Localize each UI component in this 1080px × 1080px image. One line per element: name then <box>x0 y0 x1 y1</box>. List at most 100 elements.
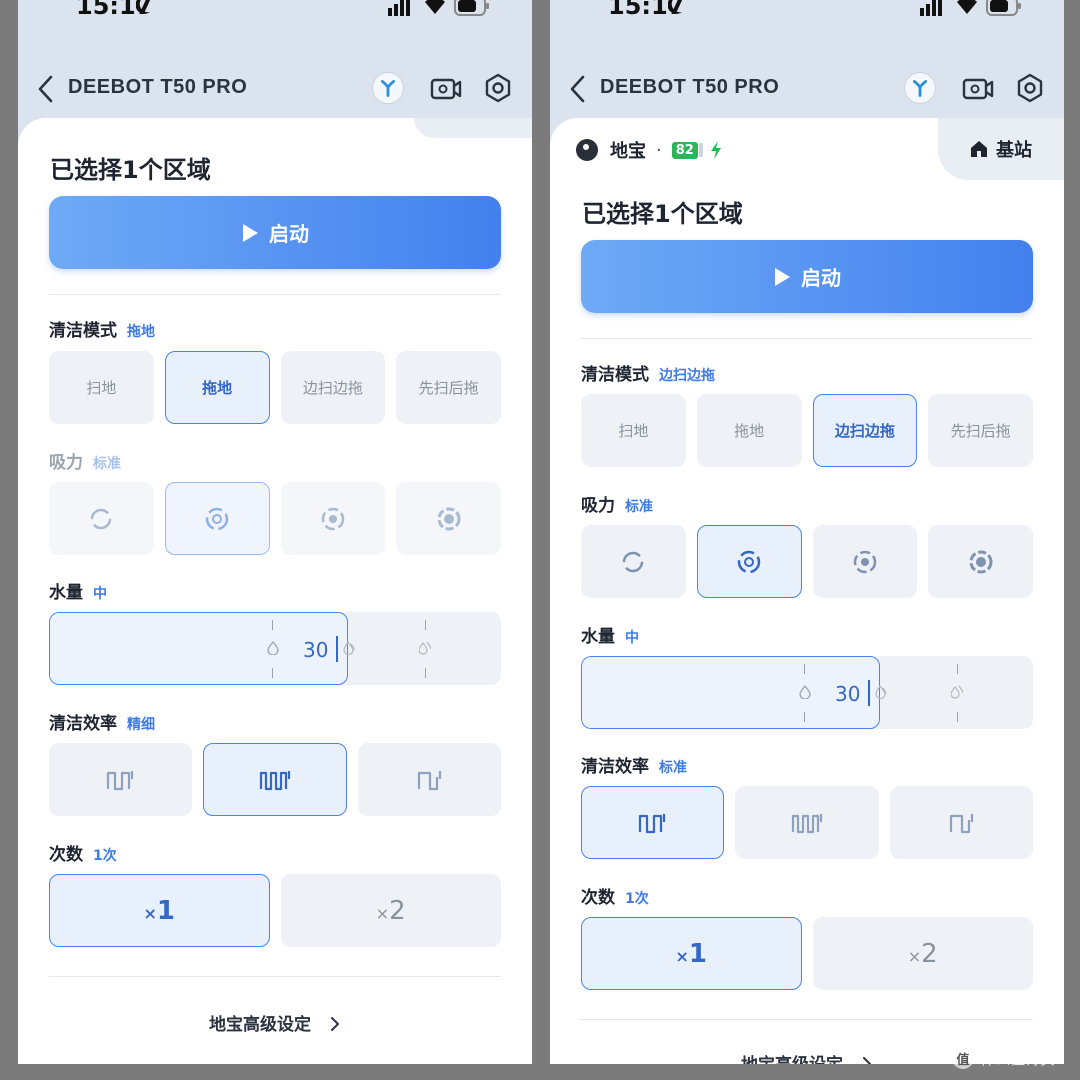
efficiency-label: 清洁效率 标准 <box>581 752 687 777</box>
water-slider[interactable]: 30 <box>581 656 1033 729</box>
slider-thumb[interactable] <box>868 680 870 706</box>
times-twice-button[interactable]: ×2 <box>280 874 501 947</box>
water-label: 水量中 <box>49 578 107 603</box>
fan-quiet-icon <box>623 551 644 572</box>
suction-options <box>49 482 501 555</box>
times-value: 1次 <box>625 891 649 907</box>
back-arrow-icon[interactable] <box>566 74 590 104</box>
battery-icon <box>454 0 489 16</box>
suction-strong-button[interactable] <box>812 525 918 598</box>
efficiency-label: 清洁效率 精细 <box>49 709 155 734</box>
clean-mode-title: 清洁模式 <box>581 365 649 385</box>
times-twice-button[interactable]: ×2 <box>812 917 1033 990</box>
wave-quick-icon <box>950 813 974 833</box>
suction-max-button[interactable] <box>928 525 1033 598</box>
advanced-settings-link[interactable]: 地宝高级设定 <box>18 1010 532 1035</box>
water-drop-icon <box>799 685 811 699</box>
efficiency-standard-button[interactable] <box>581 786 725 859</box>
water-drop-icon <box>267 641 279 655</box>
water-drops-icon <box>419 641 431 655</box>
efficiency-quick-button[interactable] <box>357 743 501 816</box>
fan-max-icon <box>969 550 993 573</box>
times-once-button[interactable]: ×1 <box>581 917 802 990</box>
status-bar: 15:17 <box>18 0 532 40</box>
efficiency-fine-button[interactable] <box>203 743 347 816</box>
suction-standard-button[interactable] <box>164 482 270 555</box>
slider-thumb[interactable] <box>336 636 338 662</box>
water-drop-icon <box>875 685 887 699</box>
efficiency-options <box>581 786 1033 859</box>
efficiency-value: 精细 <box>127 717 155 733</box>
slider-tick <box>957 664 958 674</box>
mode-sweep-button[interactable]: 扫地 <box>581 394 686 467</box>
suction-title: 吸力 <box>49 453 83 473</box>
selected-area-title: 已选择1个区域 <box>50 156 211 184</box>
robot-tab[interactable]: 地宝 · 82 <box>576 136 723 164</box>
times-once-button[interactable]: ×1 <box>49 874 270 947</box>
moon-icon <box>668 0 682 14</box>
suction-value: 标准 <box>625 499 653 515</box>
phone-screen-left: 15:17 DEEBOT T50 PRO 已选择1个区域 启动 清洁模式 拖地 扫… <box>18 0 532 1064</box>
start-button[interactable]: 启动 <box>581 240 1033 313</box>
fan-max-icon <box>437 507 461 530</box>
fan-standard-icon <box>205 507 229 530</box>
suction-quiet-button[interactable] <box>581 525 686 598</box>
times-once-label: ×1 <box>675 938 708 969</box>
suction-label: 吸力 标准 <box>49 448 121 473</box>
times-options: ×1 ×2 <box>581 917 1033 990</box>
wave-standard-icon <box>638 813 665 833</box>
mode-sweep-and-mop-button[interactable]: 边扫边拖 <box>280 351 386 424</box>
signal-icon <box>920 0 942 16</box>
wave-quick-icon <box>418 770 442 790</box>
clean-mode-label: 清洁模式 边扫边拖 <box>581 360 715 385</box>
base-station-tab[interactable]: 基站 <box>938 118 1064 180</box>
times-value: 1次 <box>93 848 117 864</box>
advanced-settings-label: 地宝高级设定 <box>209 1015 312 1035</box>
efficiency-quick-button[interactable] <box>889 786 1033 859</box>
wifi-icon <box>957 0 977 14</box>
slider-tick <box>425 668 426 678</box>
fan-strong-icon <box>321 507 345 530</box>
battery-tail <box>698 143 703 157</box>
start-button[interactable]: 启动 <box>49 196 501 269</box>
water-drops-icon <box>951 685 963 699</box>
mode-sweep-and-mop-button[interactable]: 边扫边拖 <box>812 394 918 467</box>
suction-standard-button[interactable] <box>696 525 802 598</box>
settings-gear-icon[interactable] <box>482 72 514 104</box>
mode-sweep-button[interactable]: 扫地 <box>49 351 154 424</box>
times-label: 次数 1次 <box>49 840 117 865</box>
mode-sweep-then-mop-button[interactable]: 先扫后拖 <box>928 394 1033 467</box>
play-icon <box>243 223 258 242</box>
mode-mop-button[interactable]: 拖地 <box>164 351 270 424</box>
chevron-right-icon <box>862 1057 871 1064</box>
times-options: ×1 ×2 <box>49 874 501 947</box>
advanced-settings-label: 地宝高级设定 <box>741 1055 843 1064</box>
watermark-logo: 值 <box>952 1047 974 1069</box>
water-value: 中 <box>625 630 639 646</box>
water-slider-value: 30 <box>303 638 329 662</box>
video-camera-icon[interactable] <box>962 74 994 104</box>
efficiency-standard-button[interactable] <box>49 743 193 816</box>
charging-bolt-icon <box>710 141 721 159</box>
watermark: 值 什么值得买 <box>952 1044 1055 1072</box>
water-title: 水量 <box>581 627 615 647</box>
mode-mop-button[interactable]: 拖地 <box>696 394 802 467</box>
efficiency-fine-button[interactable] <box>735 786 879 859</box>
mode-sweep-then-mop-button[interactable]: 先扫后拖 <box>396 351 501 424</box>
moon-icon <box>136 0 150 14</box>
suction-max-button[interactable] <box>396 482 501 555</box>
suction-label: 吸力 标准 <box>581 491 653 516</box>
fan-strong-icon <box>853 550 877 573</box>
suction-quiet-button[interactable] <box>49 482 154 555</box>
battery-level-badge: 82 <box>671 141 698 159</box>
robot-status-icon[interactable] <box>372 72 404 104</box>
robot-status-icon[interactable] <box>904 72 936 104</box>
water-title: 水量 <box>49 583 83 603</box>
back-arrow-icon[interactable] <box>34 74 58 104</box>
water-slider[interactable]: 30 <box>49 612 501 685</box>
clean-mode-options: 扫地 拖地 边扫边拖 先扫后拖 <box>581 394 1033 467</box>
settings-gear-icon[interactable] <box>1014 72 1046 104</box>
home-icon <box>971 141 987 157</box>
video-camera-icon[interactable] <box>430 74 462 104</box>
suction-strong-button[interactable] <box>280 482 386 555</box>
